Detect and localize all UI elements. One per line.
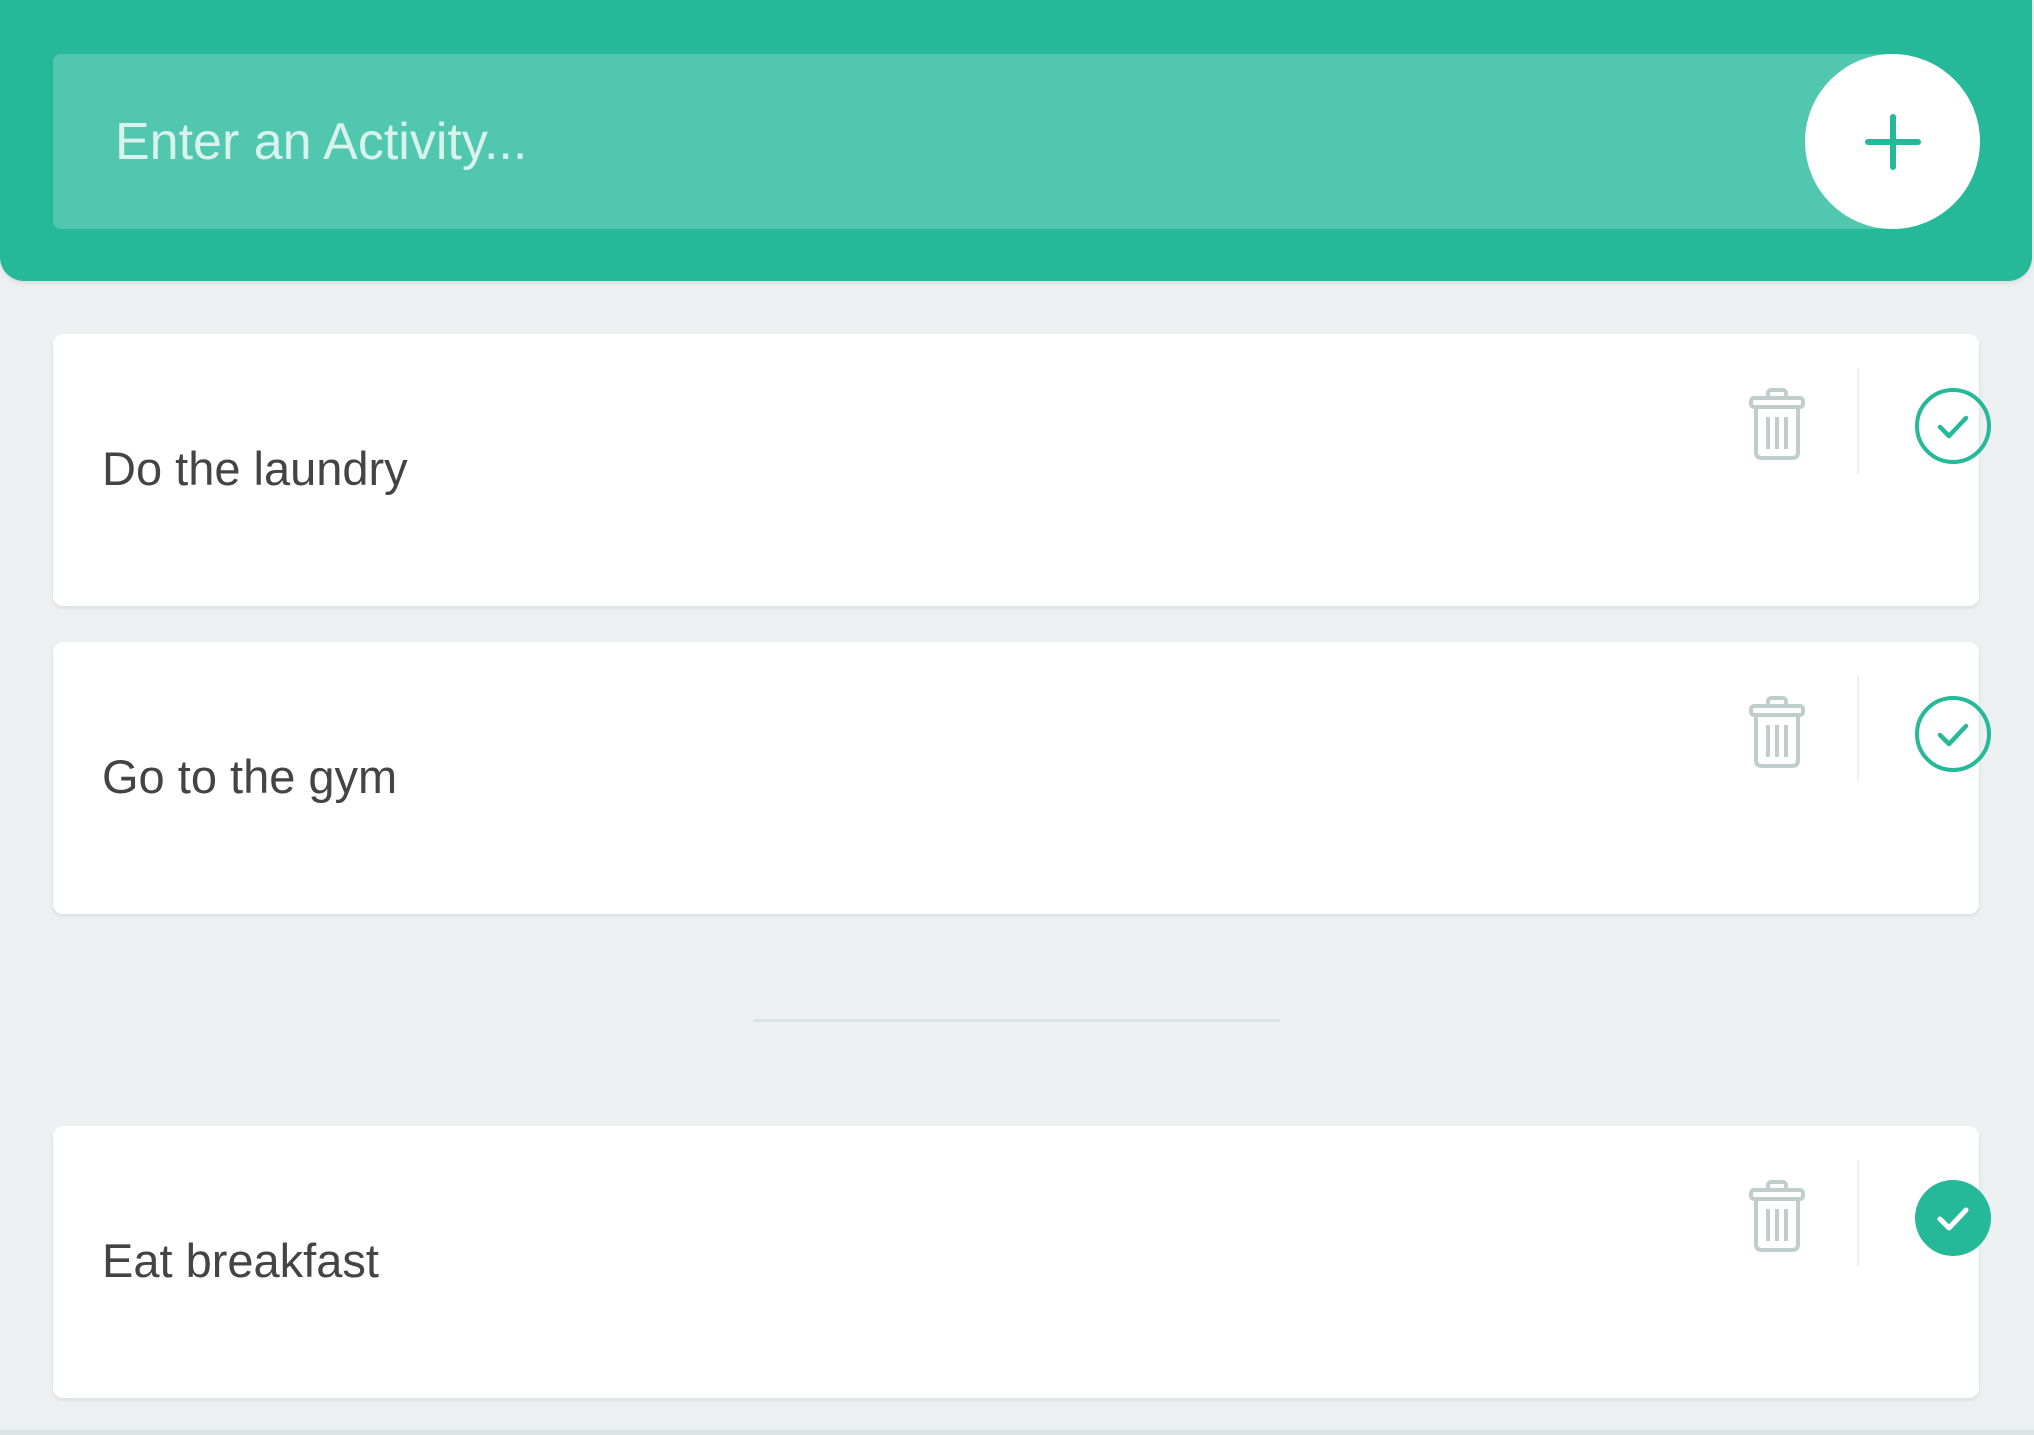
list-item: Do the laundry bbox=[53, 334, 1991, 606]
task-label: Eat breakfast bbox=[102, 1234, 379, 1287]
completed-list: Eat breakfast bbox=[53, 1126, 1991, 1434]
buttons-divider bbox=[1857, 676, 1859, 782]
trash-icon bbox=[1749, 388, 1805, 460]
add-activity-button[interactable] bbox=[1805, 54, 1980, 229]
uncomplete-task-button[interactable] bbox=[1903, 1168, 2003, 1268]
page-bottom-edge bbox=[0, 1430, 2034, 1435]
list-item: Eat breakfast bbox=[53, 1126, 1991, 1398]
remove-task-button[interactable] bbox=[1727, 1166, 1827, 1266]
complete-task-button[interactable] bbox=[1903, 376, 2003, 476]
trash-icon bbox=[1749, 1180, 1805, 1252]
task-buttons bbox=[1667, 334, 1991, 474]
remove-task-button[interactable] bbox=[1727, 374, 1827, 474]
todo-app: Do the laundry bbox=[0, 0, 2034, 1435]
completed-divider bbox=[754, 1019, 1280, 1022]
todo-list: Do the laundry Go to the gym bbox=[53, 334, 1991, 950]
activity-input[interactable] bbox=[53, 54, 1979, 229]
task-buttons bbox=[1667, 642, 1991, 782]
header bbox=[0, 0, 2032, 281]
check-circle-outline-icon bbox=[1915, 696, 1991, 772]
task-buttons bbox=[1667, 1126, 1991, 1266]
task-label: Do the laundry bbox=[102, 442, 408, 495]
task-label: Go to the gym bbox=[102, 750, 398, 803]
list-item: Go to the gym bbox=[53, 642, 1991, 914]
buttons-divider bbox=[1857, 1160, 1859, 1266]
remove-task-button[interactable] bbox=[1727, 682, 1827, 782]
plus-icon bbox=[1864, 113, 1921, 170]
complete-task-button[interactable] bbox=[1903, 684, 2003, 784]
buttons-divider bbox=[1857, 368, 1859, 474]
trash-icon bbox=[1749, 696, 1805, 768]
check-circle-filled-icon bbox=[1915, 1180, 1991, 1256]
check-circle-outline-icon bbox=[1915, 388, 1991, 464]
